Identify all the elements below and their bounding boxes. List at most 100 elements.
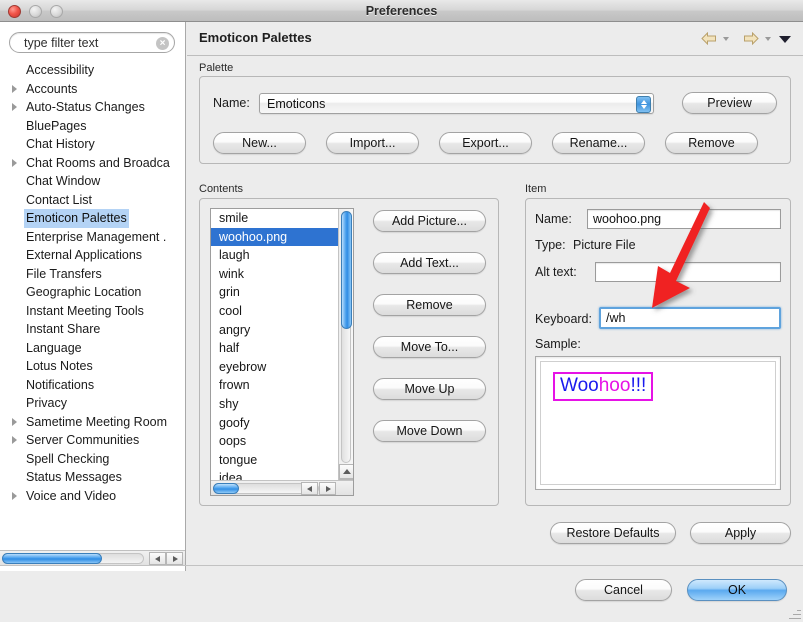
contents-horizontal-scrollbar[interactable] (211, 480, 353, 495)
restore-defaults-button[interactable]: Restore Defaults (550, 522, 676, 544)
sidebar-item-spell-checking[interactable]: Spell Checking (0, 450, 185, 469)
sidebar-item-server-communities[interactable]: Server Communities (0, 431, 185, 450)
item-type-value: Picture File (573, 238, 636, 252)
sidebar-item-voice-and-video[interactable]: Voice and Video (0, 487, 185, 506)
item-keyboard-field[interactable]: /wh (599, 307, 781, 329)
sidebar-item-chat-rooms-and-broadca[interactable]: Chat Rooms and Broadca (0, 154, 185, 173)
sidebar-item-external-applications[interactable]: External Applications (0, 246, 185, 265)
sidebar-item-enterprise-management[interactable]: Enterprise Management . (0, 228, 185, 247)
contents-hscroll-right-stepper[interactable] (319, 482, 336, 495)
list-item[interactable]: goofy (211, 414, 339, 433)
contents-list-items[interactable]: smile woohoo.png laugh wink grin cool angry hal… (211, 209, 339, 495)
sidebar-item-notifications[interactable]: Notifications (0, 376, 185, 395)
sidebar-item-chat-window[interactable]: Chat Window (0, 172, 185, 191)
sidebar-item-contact-list[interactable]: Contact List (0, 191, 185, 210)
list-item[interactable]: laugh (211, 246, 339, 265)
contents-hscroll-left-stepper[interactable] (301, 482, 318, 495)
chevron-right-icon[interactable] (12, 491, 17, 500)
contents-vscroll-thumb[interactable] (341, 211, 352, 329)
move-down-button[interactable]: Move Down (373, 420, 486, 442)
sidebar-item-instant-meeting-tools[interactable]: Instant Meeting Tools (0, 302, 185, 321)
filter-field-wrapper[interactable]: × (9, 32, 175, 54)
contents-vscroll-up-stepper[interactable] (339, 464, 353, 479)
list-item[interactable]: angry (211, 321, 339, 340)
sidebar-item-label: Chat History (26, 137, 95, 151)
preferences-sidebar: × Accessibility Accounts Auto-Status Chang… (0, 22, 186, 571)
sidebar-item-chat-history[interactable]: Chat History (0, 135, 185, 154)
sidebar-item-privacy[interactable]: Privacy (0, 394, 185, 413)
cancel-button[interactable]: Cancel (575, 579, 672, 601)
import-palette-button[interactable]: Import... (326, 132, 419, 154)
rename-palette-button[interactable]: Rename... (552, 132, 645, 154)
chevron-right-icon[interactable] (12, 158, 17, 167)
move-up-button[interactable]: Move Up (373, 378, 486, 400)
list-item[interactable]: frown (211, 376, 339, 395)
sidebar-item-status-messages[interactable]: Status Messages (0, 468, 185, 487)
forward-navigation-group[interactable] (743, 31, 771, 50)
item-name-field[interactable]: woohoo.png (587, 209, 781, 229)
sidebar-item-label: Sametime Meeting Room (26, 414, 168, 429)
export-palette-button[interactable]: Export... (439, 132, 532, 154)
sidebar-scroll-thumb[interactable] (2, 553, 102, 564)
stepper-updown-icon[interactable] (636, 96, 651, 113)
remove-item-button[interactable]: Remove (373, 294, 486, 316)
sidebar-item-accessibility[interactable]: Accessibility (0, 61, 185, 80)
palette-name-combo[interactable]: Emoticons (259, 93, 654, 114)
sidebar-scroll-left-stepper[interactable] (149, 552, 166, 565)
sidebar-item-language[interactable]: Language (0, 339, 185, 358)
add-text-button[interactable]: Add Text... (373, 252, 486, 274)
sidebar-item-sametime-meeting-room[interactable]: Sametime Meeting Room (0, 413, 185, 432)
sidebar-item-lotus-notes[interactable]: Lotus Notes (0, 357, 185, 376)
forward-arrow-icon[interactable] (743, 31, 759, 46)
chevron-right-icon[interactable] (12, 103, 17, 111)
sidebar-item-bluepages[interactable]: BluePages (0, 117, 185, 136)
move-to-button[interactable]: Move To... (373, 336, 486, 358)
footer-divider (0, 565, 803, 566)
list-item[interactable]: cool (211, 302, 339, 321)
list-item[interactable]: oops (211, 432, 339, 451)
back-arrow-icon[interactable] (700, 31, 717, 46)
add-picture-button[interactable]: Add Picture... (373, 210, 486, 232)
list-item[interactable]: eyebrow (211, 358, 339, 377)
chevron-right-icon[interactable] (12, 417, 17, 426)
preview-button[interactable]: Preview (682, 92, 777, 114)
clear-icon[interactable]: × (156, 37, 169, 50)
sidebar-horizontal-scrollbar[interactable] (0, 550, 185, 565)
remove-palette-button[interactable]: Remove (665, 132, 758, 154)
sidebar-item-file-transfers[interactable]: File Transfers (0, 265, 185, 284)
back-menu-chevron-down-icon[interactable] (723, 37, 729, 41)
filter-input[interactable] (22, 33, 152, 54)
forward-menu-chevron-down-icon[interactable] (765, 37, 771, 41)
sidebar-item-auto-status-changes[interactable]: Auto-Status Changes (0, 98, 185, 117)
ok-button[interactable]: OK (687, 579, 787, 601)
sidebar-item-instant-share[interactable]: Instant Share (0, 320, 185, 339)
list-item[interactable]: shy (211, 395, 339, 414)
list-item[interactable]: woohoo.png (211, 227, 339, 247)
contents-vertical-scrollbar[interactable] (338, 209, 353, 495)
back-navigation-group[interactable] (700, 31, 729, 50)
sidebar-item-emoticon-palettes[interactable]: Emoticon Palettes (0, 209, 185, 228)
sidebar-item-label: File Transfers (26, 266, 102, 281)
apply-button[interactable]: Apply (690, 522, 791, 544)
new-palette-button[interactable]: New... (213, 132, 306, 154)
pane-menu-chevron-down-icon[interactable] (779, 36, 791, 43)
sidebar-item-accounts[interactable]: Accounts (0, 80, 185, 99)
sidebar-item-label: Instant Meeting Tools (26, 303, 144, 318)
item-alt-field[interactable] (595, 262, 781, 282)
sample-text-part: !!! (630, 375, 647, 396)
preferences-tree[interactable]: Accessibility Accounts Auto-Status Changes… (0, 61, 185, 553)
list-item[interactable]: wink (211, 265, 339, 284)
contents-list[interactable]: smile woohoo.png laugh wink grin cool angry hal… (210, 208, 354, 496)
sidebar-scroll-right-stepper[interactable] (166, 552, 183, 565)
list-item[interactable]: grin (211, 283, 339, 302)
list-item[interactable]: tongue (211, 451, 339, 470)
sidebar-item-label: Geographic Location (26, 285, 142, 299)
contents-hscroll-thumb[interactable] (213, 483, 239, 494)
list-item[interactable]: half (211, 339, 339, 358)
chevron-right-icon[interactable] (12, 436, 17, 444)
sidebar-item-geographic-location[interactable]: Geographic Location (0, 283, 185, 302)
resize-grip[interactable] (788, 607, 801, 620)
list-item[interactable]: smile (211, 209, 339, 228)
chevron-right-icon[interactable] (12, 84, 17, 93)
item-sample-label: Sample: (535, 337, 581, 351)
